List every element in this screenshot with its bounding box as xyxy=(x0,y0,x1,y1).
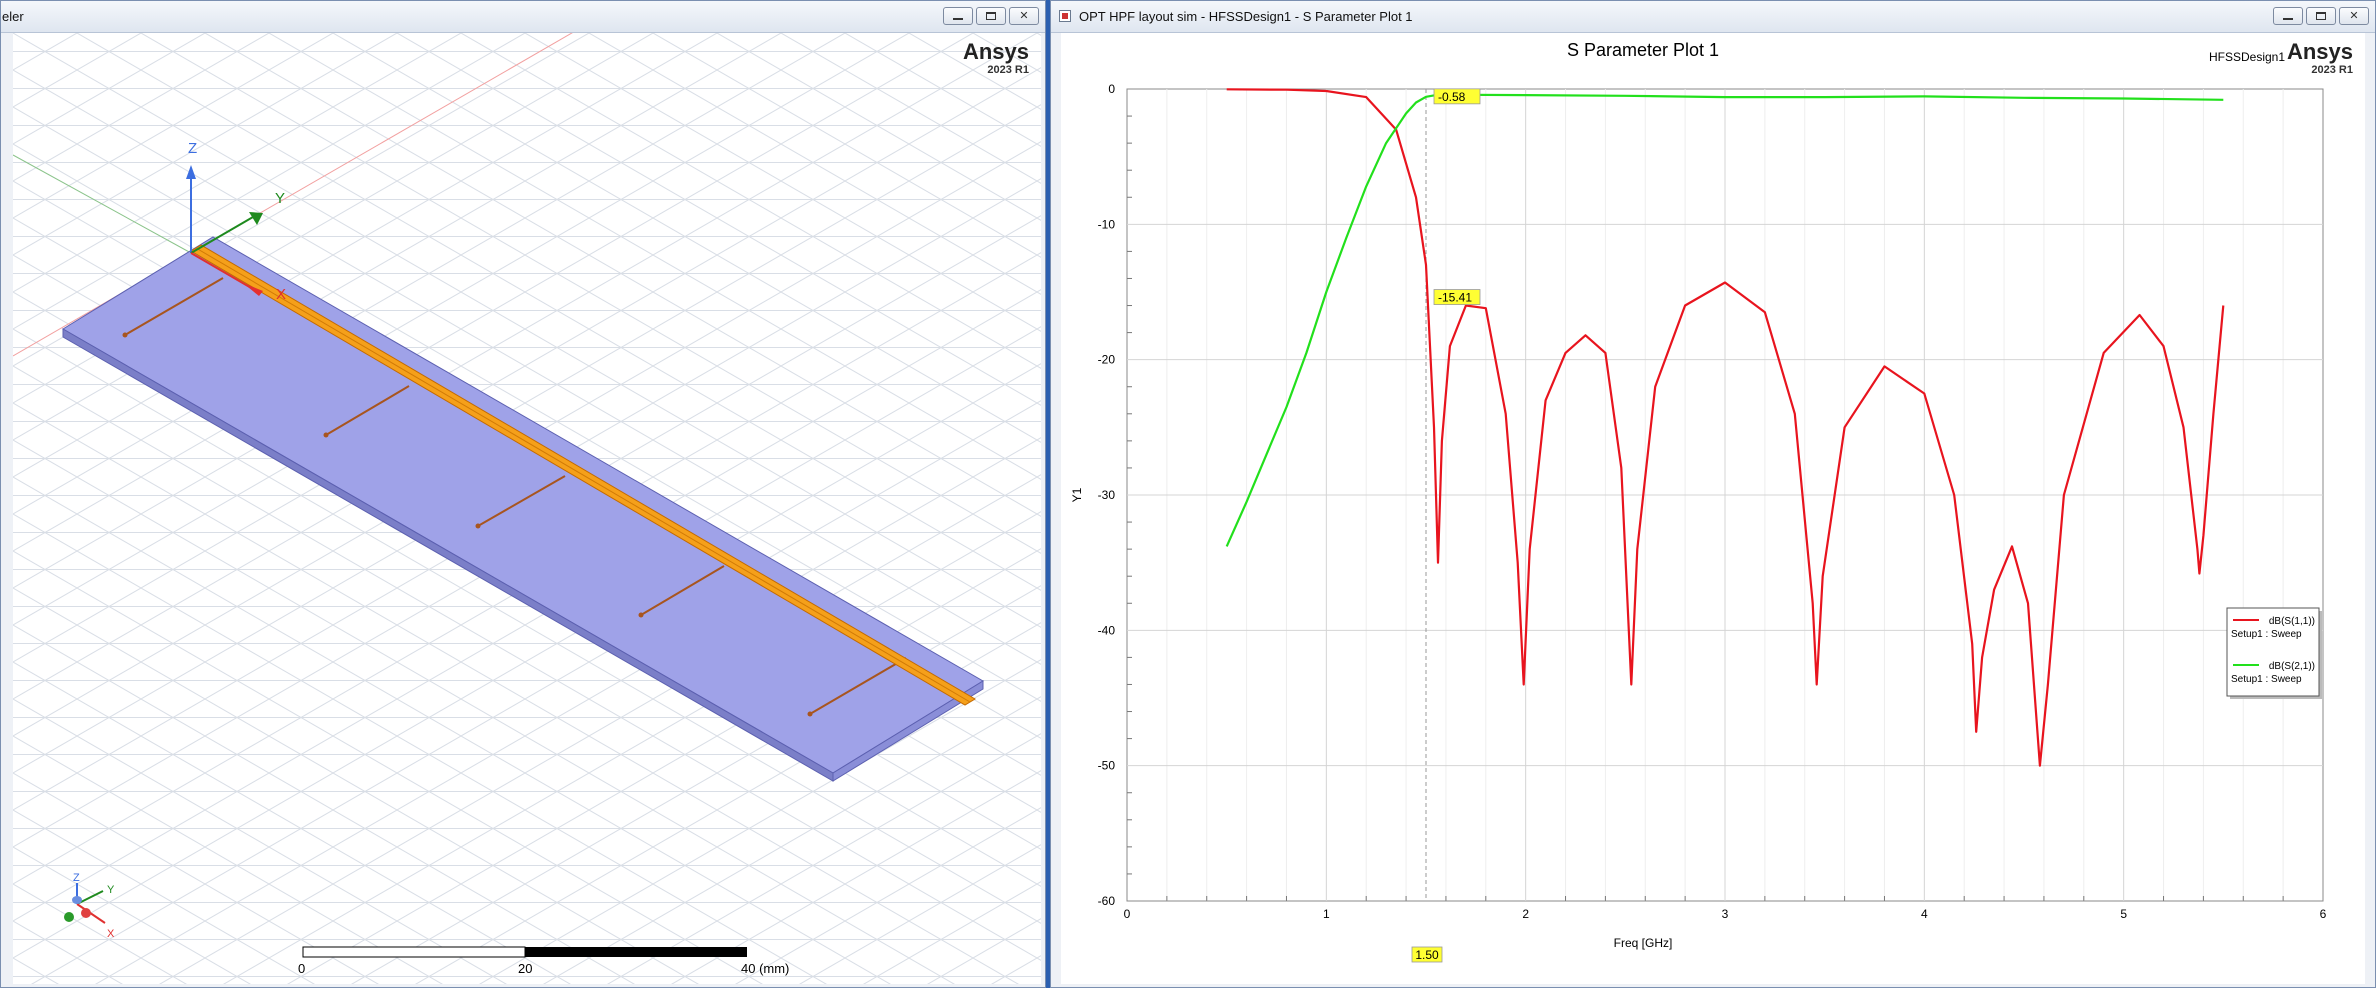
x-axis-title: Freq [GHz] xyxy=(1614,936,1673,950)
chart-legend[interactable]: dB(S(1,1)) Setup1 : Sweep dB(S(2,1)) Setup1… xyxy=(2226,607,2322,699)
y-tick-label: -50 xyxy=(1098,759,1116,773)
modeler-window: eler ✕ Z Y X Z Y X 0 20 40 (mm) Ansys 20… xyxy=(0,0,1046,988)
close-button[interactable] xyxy=(2339,7,2369,25)
chart-title: S Parameter Plot 1 xyxy=(1567,40,1719,60)
plot-area[interactable]: S Parameter Plot 1 HFSSDesign1 01234560-… xyxy=(1061,33,2365,984)
legend-series-sub: Setup1 : Sweep xyxy=(2231,674,2302,685)
mini-x-label: X xyxy=(107,928,115,940)
report-app-icon xyxy=(1059,10,1071,22)
report-window: OPT HPF layout sim - HFSSDesign1 - S Par… xyxy=(1050,0,2376,988)
y-tick-label: -20 xyxy=(1098,353,1116,367)
maximize-button[interactable] xyxy=(976,7,1006,25)
y-axis-label: Y xyxy=(275,190,285,207)
y-axis-title: Y1 xyxy=(1070,487,1084,502)
cursor-label: 1.50 xyxy=(1415,948,1439,962)
ansys-logo: Ansys 2023 R1 xyxy=(2286,39,2353,76)
y-tick-label: 0 xyxy=(1108,82,1115,96)
modeler-title: eler xyxy=(2,9,24,24)
x-tick-label: 1 xyxy=(1323,907,1330,921)
x-tick-label: 0 xyxy=(1124,907,1131,921)
close-button[interactable] xyxy=(1009,7,1039,25)
scale-label-20: 20 xyxy=(518,961,533,976)
x-axis-label: X xyxy=(276,286,286,303)
y-tick-label: -10 xyxy=(1098,217,1116,231)
scale-label-40: 40 (mm) xyxy=(741,961,790,976)
x-tick-label: 2 xyxy=(1522,907,1529,921)
minimize-button[interactable] xyxy=(943,7,973,25)
x-tick-label: 3 xyxy=(1722,907,1729,921)
minimize-button[interactable] xyxy=(2273,7,2303,25)
legend-series-sub: Setup1 : Sweep xyxy=(2231,629,2302,640)
window-controls xyxy=(943,7,1039,25)
y-tick-label: -60 xyxy=(1098,894,1116,908)
x-tick-label: 4 xyxy=(1921,907,1928,921)
ansys-logo: Ansys 2023 R1 xyxy=(962,39,1029,76)
mini-y-label: Y xyxy=(107,884,115,896)
marker-label: -15.41 xyxy=(1438,291,1472,305)
model-canvas[interactable]: Z Y X Z Y X xyxy=(13,33,1041,984)
z-axis-label: Z xyxy=(188,140,197,157)
modeler-viewport[interactable]: Z Y X Z Y X 0 20 40 (mm) Ansys 2023 R1 xyxy=(13,33,1041,984)
legend-series-name: dB(S(2,1)) xyxy=(2269,661,2315,672)
x-tick-label: 5 xyxy=(2120,907,2127,921)
x-tick-label: 6 xyxy=(2320,907,2327,921)
scale-label-0: 0 xyxy=(298,961,306,976)
mini-z-label: Z xyxy=(73,872,80,884)
report-titlebar[interactable]: OPT HPF layout sim - HFSSDesign1 - S Par… xyxy=(1051,1,2375,33)
design-label: HFSSDesign1 xyxy=(2209,50,2285,64)
modeler-titlebar[interactable]: eler xyxy=(1,1,1045,33)
report-title: OPT HPF layout sim - HFSSDesign1 - S Par… xyxy=(1079,9,1413,24)
y-tick-label: -40 xyxy=(1098,623,1116,637)
s-parameter-chart[interactable]: S Parameter Plot 1 HFSSDesign1 0 1 2 3 4 5 60-… xyxy=(1061,33,2365,984)
window-controls xyxy=(2273,7,2369,25)
scale-bar xyxy=(302,946,747,958)
legend-series-name: dB(S(1,1)) xyxy=(2269,616,2315,627)
y-tick-label: -30 xyxy=(1098,488,1116,502)
maximize-button[interactable] xyxy=(2306,7,2336,25)
chart-grid xyxy=(1126,88,2324,902)
marker-label: -0.58 xyxy=(1438,90,1466,104)
